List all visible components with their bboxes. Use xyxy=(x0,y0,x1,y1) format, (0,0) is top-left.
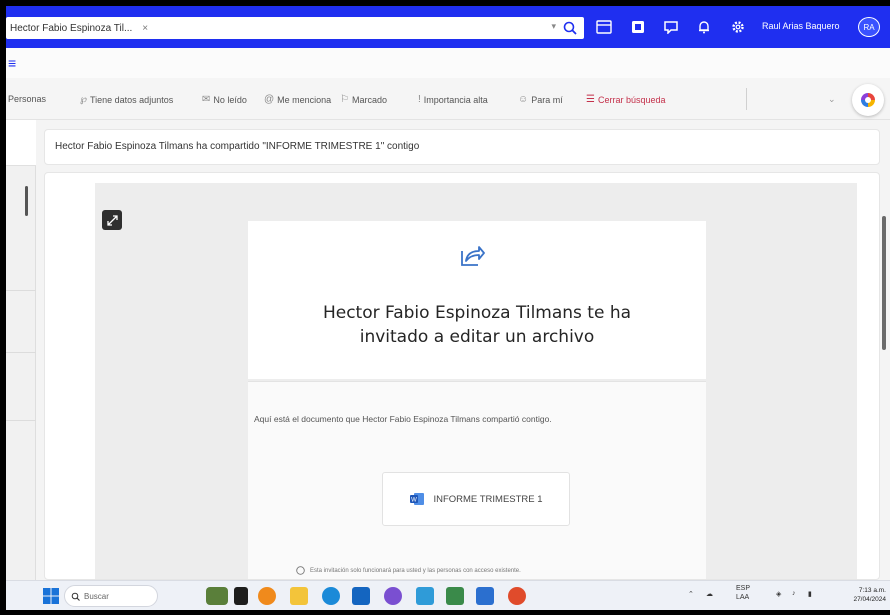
filter-people-label: Personas xyxy=(8,94,47,104)
filter-to-me-label: Para mí xyxy=(531,94,563,105)
file-explorer-icon[interactable] xyxy=(290,587,308,605)
volume-icon[interactable]: ♪ xyxy=(792,590,796,597)
clock-time: 7:13 a.m. xyxy=(858,587,886,594)
calendar-icon[interactable] xyxy=(596,20,612,34)
filter-to-me[interactable]: ☺ Para mí xyxy=(518,94,563,105)
bell-icon[interactable] xyxy=(696,20,712,34)
widgets-icon[interactable] xyxy=(206,587,228,605)
filter-high-importance-label: Importancia alta xyxy=(423,94,488,105)
chevron-down-icon[interactable]: ⌄ xyxy=(828,94,836,105)
search-icon[interactable] xyxy=(562,20,578,36)
info-icon xyxy=(296,566,305,575)
invite-note: Esta invitación solo funcionará para ust… xyxy=(296,566,676,575)
scrollbar-thumb[interactable] xyxy=(25,186,28,216)
chat-icon[interactable] xyxy=(663,20,679,34)
clock-date: 27/04/2024 xyxy=(853,596,886,603)
chrome-icon[interactable] xyxy=(508,587,526,605)
filter-mentions[interactable]: @ Me menciona xyxy=(264,94,331,105)
share-icon xyxy=(461,246,485,266)
reading-pane: Hector Fabio Espinoza Tilmans te ha invi… xyxy=(44,172,880,580)
windows-start-icon[interactable] xyxy=(42,587,60,605)
filter-high-importance[interactable]: ! Importancia alta xyxy=(418,94,488,105)
paperclip-icon: ℘ xyxy=(80,94,87,105)
onenote-icon[interactable] xyxy=(630,20,646,34)
outlook-icon[interactable] xyxy=(352,587,370,605)
taskbar-search[interactable]: Buscar xyxy=(64,585,158,607)
filter-attachments-label: Tiene datos adjuntos xyxy=(89,94,174,105)
person-icon: ☺ xyxy=(518,94,529,105)
svg-text:W: W xyxy=(412,498,418,504)
copilot-button[interactable] xyxy=(852,84,884,116)
divider xyxy=(6,352,36,353)
filter-attachments[interactable]: ℘ Tiene datos adjuntos xyxy=(80,94,173,105)
search-clear-button[interactable]: × xyxy=(142,23,148,34)
edge-icon[interactable] xyxy=(322,587,340,605)
teams-icon[interactable] xyxy=(384,587,402,605)
avatar[interactable]: RA xyxy=(858,17,880,37)
word-file-icon: W xyxy=(410,493,425,505)
expand-icon xyxy=(106,214,118,226)
envelope-icon: ✉ xyxy=(202,94,211,105)
close-search-button[interactable]: ☰ Cerrar búsqueda xyxy=(586,94,666,105)
filter-mentions-label: Me menciona xyxy=(277,94,332,105)
windows-taskbar: Buscar ⌃ ☁ ESP LAA ◈ ♪ ▮ 7:13 a.m. 27/04… xyxy=(6,580,890,610)
title-bar: Hector Fabio Espinoza Til... × ▾ Raul Ar… xyxy=(6,6,890,48)
invite-title: Hector Fabio Espinoza Tilmans te ha invi… xyxy=(322,303,632,347)
share-card-header: Hector Fabio Espinoza Tilmans te ha invi… xyxy=(248,221,706,379)
filter-unread-label: No leído xyxy=(213,94,247,105)
filter-people[interactable]: Personas xyxy=(8,94,46,104)
message-list-item[interactable] xyxy=(6,120,36,166)
flag-icon: ⚐ xyxy=(340,94,349,105)
language-top: ESP xyxy=(736,585,751,592)
outlook-window: Hector Fabio Espinoza Til... × ▾ Raul Ar… xyxy=(6,6,890,610)
toolbar-row: ≡ xyxy=(6,48,890,78)
search-box[interactable]: Hector Fabio Espinoza Til... × ▾ xyxy=(6,17,584,39)
system-clock[interactable]: 7:13 a.m. 27/04/2024 xyxy=(846,586,886,604)
filter-unread[interactable]: ✉ No leído xyxy=(202,94,247,105)
search-filter-bar: Personas ℘ Tiene datos adjuntos ✉ No leí… xyxy=(6,78,890,120)
language-indicator[interactable]: ESP LAA xyxy=(736,584,750,602)
task-view-icon[interactable] xyxy=(234,587,248,605)
wifi-icon[interactable]: ◈ xyxy=(776,590,781,598)
search-icon xyxy=(71,592,80,601)
filter-flagged-label: Marcado xyxy=(351,94,387,105)
battery-icon[interactable]: ▮ xyxy=(808,590,812,598)
filter-flagged[interactable]: ⚐ Marcado xyxy=(340,94,387,105)
chevron-up-icon[interactable]: ⌃ xyxy=(688,590,694,598)
search-filter-icon[interactable]: ▾ xyxy=(551,21,556,32)
exclamation-icon: ! xyxy=(418,94,421,105)
app-icon[interactable] xyxy=(446,587,464,605)
invite-note-text: Esta invitación solo funcionará para ust… xyxy=(310,567,521,574)
search-input[interactable]: Hector Fabio Espinoza Til... xyxy=(6,23,132,34)
gear-icon[interactable] xyxy=(730,20,746,34)
language-bottom: LAA xyxy=(736,594,750,601)
divider xyxy=(6,420,36,421)
taskbar-search-placeholder: Buscar xyxy=(84,591,109,601)
copilot-icon xyxy=(861,93,875,107)
invite-message: Aquí está el documento que Hector Fabio … xyxy=(254,414,552,424)
store-icon[interactable] xyxy=(416,587,434,605)
divider xyxy=(6,290,36,291)
expand-button[interactable] xyxy=(102,210,122,230)
at-icon: @ xyxy=(264,94,275,105)
message-list-pane xyxy=(6,120,36,580)
close-search-label: Cerrar búsqueda xyxy=(597,94,666,105)
shared-file-link[interactable]: W INFORME TRIMESTRE 1 xyxy=(382,472,570,526)
message-body: Hector Fabio Espinoza Tilmans te ha invi… xyxy=(95,183,857,579)
reading-pane-scrollbar[interactable] xyxy=(882,216,886,350)
onedrive-icon[interactable]: ☁ xyxy=(706,590,713,598)
collapse-pane-icon[interactable]: ≡ xyxy=(8,56,16,70)
message-subject: Hector Fabio Espinoza Tilmans ha compart… xyxy=(44,129,880,165)
user-name[interactable]: Raul Arias Baquero xyxy=(762,21,840,31)
app-icon[interactable] xyxy=(476,587,494,605)
share-card-body: Aquí está el documento que Hector Fabio … xyxy=(248,381,706,579)
close-search-icon: ☰ xyxy=(586,94,595,105)
divider xyxy=(746,88,747,110)
copilot-taskbar-icon[interactable] xyxy=(258,587,276,605)
shared-file-name: INFORME TRIMESTRE 1 xyxy=(433,493,543,505)
